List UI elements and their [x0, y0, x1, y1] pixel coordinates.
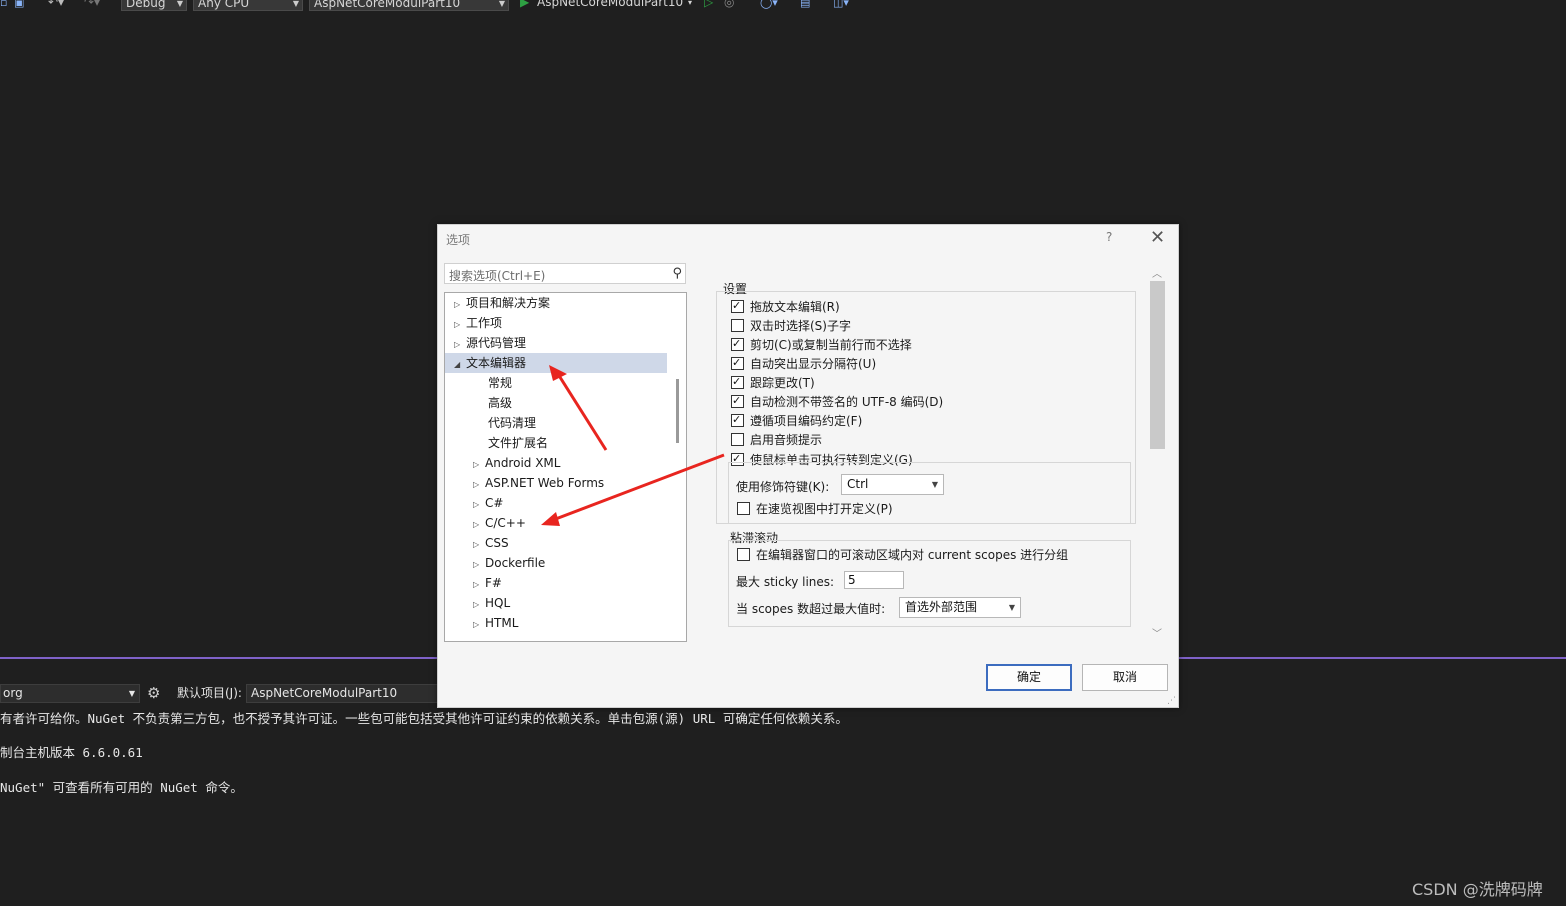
arrow-to-cpp [541, 453, 725, 526]
annotation-arrows [541, 365, 725, 526]
arrow-to-text-editor [549, 365, 608, 451]
